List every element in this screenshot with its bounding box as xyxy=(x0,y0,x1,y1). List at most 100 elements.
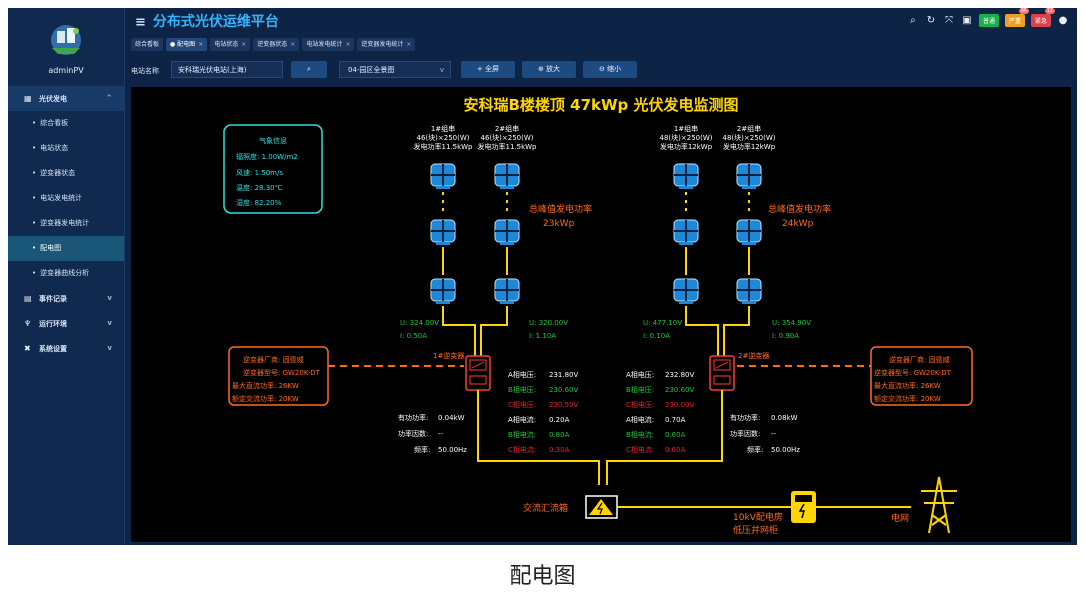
pv-panel-icon xyxy=(430,278,456,305)
button-label: 全屏 xyxy=(485,65,500,73)
pv-column xyxy=(674,164,698,304)
tab-inverter-stats[interactable]: 逆变器发电统计 × xyxy=(357,38,416,51)
tab-station-status[interactable]: 电站状态 × xyxy=(210,38,251,51)
zoom-in-button[interactable]: ⊕ 放大 xyxy=(522,61,576,78)
fullscreen-icon[interactable]: ⤧ xyxy=(943,15,955,26)
tab-label: 逆变器发电统计 xyxy=(361,41,404,48)
app-window: adminPV ▦ 光伏发电 ^ 综合看板 电站状态 逆变器状态 电站发电统计 逆变… xyxy=(8,8,1077,545)
reading-label: 有功功率: xyxy=(730,413,760,422)
grid-tower-icon xyxy=(921,476,957,534)
menu-toggle-icon[interactable]: ≡ xyxy=(135,15,146,30)
string-labels: 1#组串 46(块)×250(W) 发电功率11.5kWp 2#组串 46(块)… xyxy=(413,124,775,151)
phase-value: 230.50V xyxy=(549,401,578,409)
fullscreen-button[interactable]: + 全屏 xyxy=(461,61,515,78)
thermometer-icon: ♆ xyxy=(24,319,32,328)
station-input[interactable]: 安科瑞光伏电站(上海) xyxy=(171,61,283,78)
phase-value: 231.80V xyxy=(549,371,578,379)
alarm-badge-normal[interactable]: 普通 xyxy=(978,14,999,27)
combiner-box[interactable] xyxy=(585,495,618,519)
inverter-model: 逆变器型号: GW20K-DT xyxy=(243,368,321,377)
app-title: 分布式光伏运维平台 xyxy=(152,14,279,30)
phase-label: B相电流: xyxy=(626,430,654,439)
station-label: 电站名称 xyxy=(131,67,159,75)
tab-inverter-status[interactable]: 逆变器状态 × xyxy=(253,38,300,51)
reading-value: 0.04kW xyxy=(438,414,465,422)
close-icon[interactable]: × xyxy=(345,41,350,48)
phase-label: A相电压: xyxy=(626,370,654,379)
tab-overview[interactable]: 综合看板 xyxy=(131,38,164,51)
chevron-down-icon: v xyxy=(107,319,112,327)
menu-group-events[interactable]: ▤ 事件记录 v xyxy=(8,286,124,311)
dc-current: I: 0.50A xyxy=(400,332,427,340)
tab-distribution[interactable]: ● 配电图 × xyxy=(166,38,208,51)
string-spec: 46(块)×250(W) xyxy=(417,133,470,142)
event-icon: ▤ xyxy=(24,294,32,303)
sidebar-item-inverter-curve[interactable]: 逆变器曲线分析 xyxy=(8,261,124,286)
header-tools: ⌕ ↻ ⤧ ▣ 普通 严重 96 紧急 12 ● xyxy=(907,8,1069,27)
inverter-icon[interactable] xyxy=(709,355,735,391)
weather-title: 气象信息 xyxy=(259,136,287,145)
dc-voltage: U: 324.00V xyxy=(400,319,439,327)
search-button[interactable]: ⌕ xyxy=(291,61,327,78)
distribution-cabinet[interactable] xyxy=(791,491,816,523)
badge-count: 12 xyxy=(1044,8,1055,14)
inverter-info-right: 逆变器厂商: 固德威 逆变器型号: GW20K-DT 最大直流功率: 26KW … xyxy=(870,346,973,406)
phase-value: 230.00V xyxy=(665,401,694,409)
phase-label: C相电压: xyxy=(508,400,536,409)
weather-irradiance: 辐照度: 1.00W/m2 xyxy=(236,152,298,161)
menu-group-label: 系统设置 xyxy=(39,345,67,353)
alarm-badge-urgent[interactable]: 紧急 12 xyxy=(1030,8,1055,27)
user-icon[interactable]: ● xyxy=(1057,15,1069,26)
reading-value: -- xyxy=(771,430,777,438)
alarm-badge-serious[interactable]: 严重 96 xyxy=(1004,8,1029,27)
sidebar-item-inverter-status[interactable]: 逆变器状态 xyxy=(8,161,124,186)
tab-station-stats[interactable]: 电站发电统计 × xyxy=(302,38,355,51)
area-select[interactable]: 04-园区全景图 v xyxy=(339,61,451,78)
dc-wiring xyxy=(442,306,750,359)
phase-value: 232.80V xyxy=(665,371,694,379)
string-spec: 46(块)×250(W) xyxy=(481,133,534,142)
combiner-label: 交流汇流箱 xyxy=(523,502,568,514)
pv-panels xyxy=(430,163,761,305)
menu-group-environment[interactable]: ♆ 运行环境 v xyxy=(8,311,124,336)
close-icon[interactable]: × xyxy=(241,41,246,48)
chevron-up-icon: ^ xyxy=(106,94,112,102)
string-power: 发电功率12kWp xyxy=(723,142,776,151)
inverter-icon[interactable] xyxy=(465,355,491,391)
zoom-out-button[interactable]: ⊖ 缩小 xyxy=(583,61,637,78)
string-name: 2#组串 xyxy=(495,124,519,133)
phase-label: A相电压: xyxy=(508,370,536,379)
badge-count: 96 xyxy=(1018,8,1029,14)
sidebar-item-station-stats[interactable]: 电站发电统计 xyxy=(8,186,124,211)
diagram-svg: 安科瑞B楼楼顶 47kWp 光伏发电监测图 气象信息 辐照度: 1.00W/m2… xyxy=(223,96,973,536)
sidebar-item-station-status[interactable]: 电站状态 xyxy=(8,136,124,161)
menu-group-pv[interactable]: ▦ 光伏发电 ^ xyxy=(8,86,124,111)
phase-value: 0.20A xyxy=(549,416,570,424)
reading-value: 50.00Hz xyxy=(771,446,800,454)
translate-icon[interactable]: ▣ xyxy=(961,15,973,26)
sidebar-item-inverter-stats[interactable]: 逆变器发电统计 xyxy=(8,211,124,236)
tab-bar: 综合看板 ● 配电图 × 电站状态 × 逆变器状态 × 电站发电统计 × 逆变器发电统计… xyxy=(125,38,1077,54)
refresh-icon[interactable]: ↻ xyxy=(925,15,937,26)
close-icon[interactable]: × xyxy=(198,41,203,48)
sidebar-item-distribution[interactable]: 配电图 xyxy=(8,236,124,261)
phase-label: C相电流: xyxy=(508,445,536,454)
string-name: 1#组串 xyxy=(674,124,698,133)
weather-temperature: 温度: 28.30℃ xyxy=(236,183,283,192)
sidebar-item-overview[interactable]: 综合看板 xyxy=(8,111,124,136)
ellipsis-dots xyxy=(442,192,444,211)
distribution-diagram[interactable]: 安科瑞B楼楼顶 47kWp 光伏发电监测图 气象信息 辐照度: 1.00W/m2… xyxy=(131,87,1071,542)
badge-label: 紧急 xyxy=(1034,18,1047,25)
close-icon[interactable]: × xyxy=(290,41,295,48)
tab-label: 配电图 xyxy=(177,41,196,48)
close-icon[interactable]: × xyxy=(406,41,411,48)
menu-group-settings[interactable]: ✖ 系统设置 v xyxy=(8,336,124,361)
inverter-max-dc: 最大直流功率: 26KW xyxy=(232,381,299,390)
weather-wind: 风速: 1.50m/s xyxy=(236,169,283,177)
cabinet-panel xyxy=(795,495,812,502)
chevron-down-icon: v xyxy=(439,66,444,74)
reading-value: 50.00Hz xyxy=(438,446,467,454)
inverter-max-dc: 最大直流功率: 26KW xyxy=(874,381,941,390)
dc-current: I: 0.90A xyxy=(772,332,799,340)
search-icon[interactable]: ⌕ xyxy=(907,15,919,26)
